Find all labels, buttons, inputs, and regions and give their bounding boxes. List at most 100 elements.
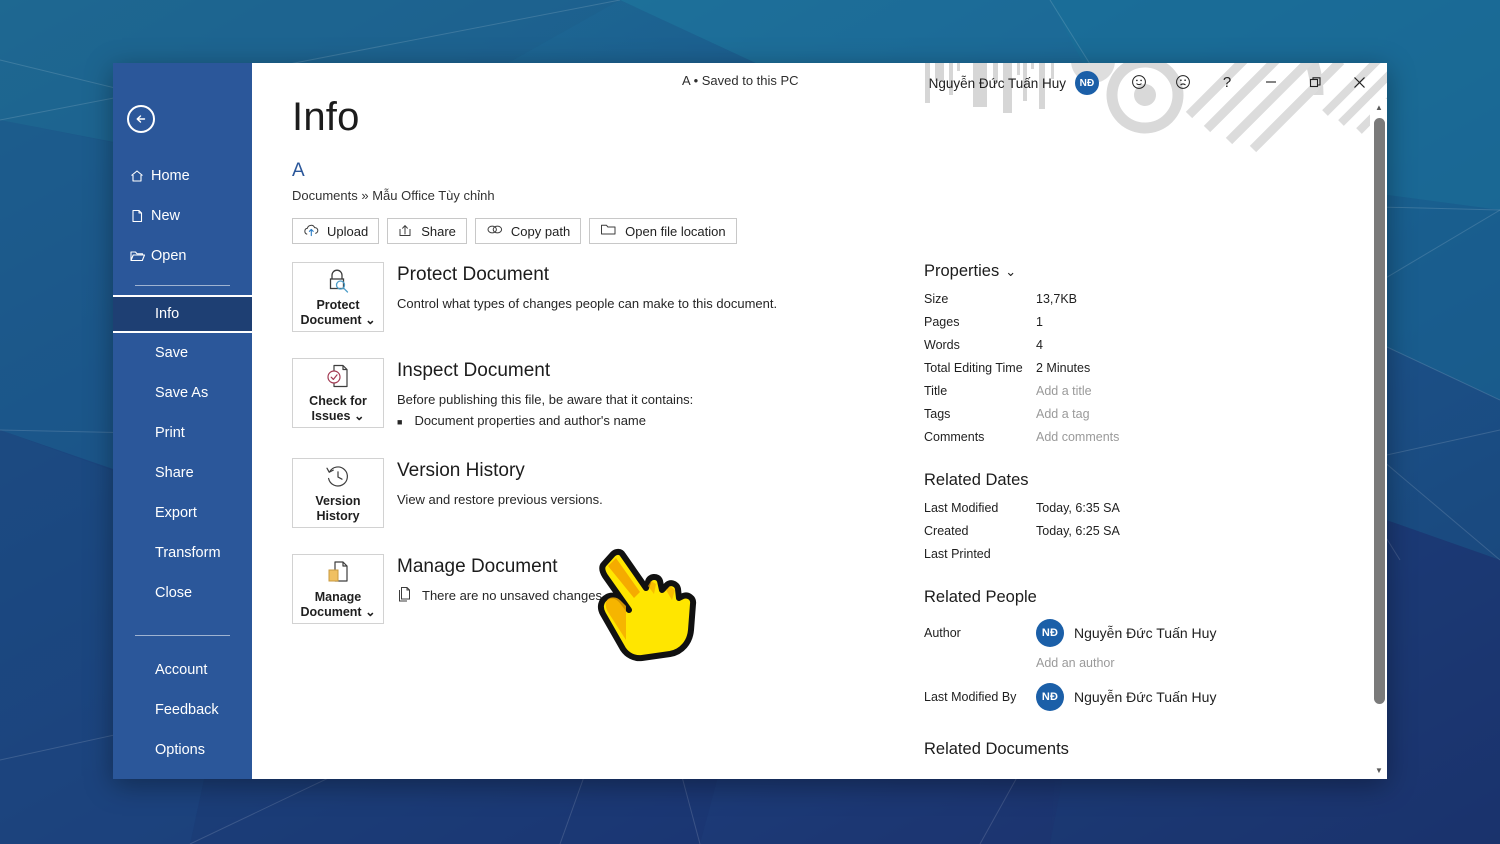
property-key: Last Printed (924, 547, 991, 561)
share-button[interactable]: Share (387, 218, 467, 244)
scrollbar-thumb[interactable] (1373, 118, 1385, 704)
info-right-column: Properties ⌄ Size 13,7KB Pages 1 Words 4 (924, 262, 1294, 766)
minimize-button[interactable] (1249, 67, 1293, 97)
property-row: Size 13,7KB (924, 288, 1294, 311)
property-value: Today, 6:35 SA (1036, 501, 1120, 515)
upload-cloud-icon (303, 223, 320, 240)
document-title: A • Saved to this PC (682, 73, 799, 88)
close-button[interactable] (1337, 67, 1381, 97)
property-key: Tags (924, 407, 951, 421)
help-icon[interactable]: ? (1205, 67, 1249, 97)
chevron-down-icon: ⌄ (1005, 263, 1017, 279)
sidebar-item-transform[interactable]: Transform (113, 533, 252, 573)
section-title: Inspect Document (397, 360, 551, 381)
link-icon (486, 223, 504, 239)
scroll-up-button[interactable]: ▲ (1371, 99, 1388, 116)
smiley-face-icon[interactable] (1117, 67, 1161, 97)
sidebar-item-new[interactable]: New (113, 196, 252, 236)
sidebar-divider-bottom (135, 635, 230, 636)
open-file-location-button[interactable]: Open file location (589, 218, 737, 244)
sidebar-item-close[interactable]: Close (113, 573, 252, 613)
avatar: NĐ (1036, 619, 1064, 647)
copy-path-button[interactable]: Copy path (474, 218, 582, 244)
protect-document-body: Protect Document Control what types of c… (397, 262, 777, 332)
version-history-button-label: Version History (315, 494, 360, 524)
sidebar-item-label: Transform (155, 545, 221, 561)
comments-input[interactable]: Add comments (1036, 426, 1119, 449)
property-key: Size (924, 292, 949, 306)
sidebar-item-feedback[interactable]: Feedback (113, 690, 252, 730)
property-key: Last Modified (924, 501, 999, 515)
manage-document-button-label: Manage Document ⌄ (300, 590, 375, 620)
sidebar-item-export[interactable]: Export (113, 493, 252, 533)
sidebar-divider-top (135, 285, 230, 286)
backstage-sidebar: Home New Open Info Save Save As Print Sh… (113, 63, 254, 779)
author-row: Author NĐ Nguyễn Đức Tuấn Huy (924, 614, 1294, 652)
protect-document-button[interactable]: Protect Document ⌄ (292, 262, 384, 332)
quick-actions-bar: Upload Share Copy path Open file locatio… (292, 218, 1370, 244)
sidebar-item-label: Feedback (155, 702, 219, 718)
sidebar-item-home[interactable]: Home (113, 156, 252, 196)
manage-document-button[interactable]: Manage Document ⌄ (292, 554, 384, 624)
chevron-down-icon: ⌄ (365, 313, 376, 327)
page-title: Info (292, 99, 360, 139)
upload-button[interactable]: Upload (292, 218, 380, 244)
unsaved-changes-row: There are no unsaved changes. (397, 585, 606, 605)
avatar[interactable]: NĐ (1075, 71, 1099, 95)
sidebar-item-info[interactable]: Info (113, 295, 254, 333)
section-description: View and restore previous versions. (397, 492, 603, 507)
protect-document-section: Protect Document ⌄ Protect Document Cont… (292, 262, 892, 332)
scrollbar-track[interactable] (1371, 116, 1388, 762)
vertical-scrollbar[interactable]: ▲ ▼ (1370, 99, 1387, 779)
account-area[interactable]: Nguyễn Đức Tuấn Huy NĐ (929, 71, 1099, 95)
properties-heading[interactable]: Properties ⌄ (924, 262, 1294, 281)
property-row: Total Editing Time 2 Minutes (924, 357, 1294, 380)
properties-heading-label: Properties (924, 262, 1000, 280)
open-folder-icon (129, 248, 151, 264)
author-person[interactable]: NĐ Nguyễn Đức Tuấn Huy (1036, 619, 1216, 647)
property-value: 4 (1036, 338, 1043, 352)
quick-action-label: Copy path (510, 223, 571, 239)
back-button[interactable] (127, 105, 155, 133)
sidebar-item-label: Account (155, 662, 208, 678)
protect-document-button-label: Protect Document ⌄ (300, 298, 375, 328)
inspect-document-body: Inspect Document Before publishing this … (397, 358, 693, 432)
word-backstage-window: Home New Open Info Save Save As Print Sh… (113, 63, 1387, 779)
property-key: Comments (924, 430, 985, 444)
version-history-button[interactable]: Version History (292, 458, 384, 528)
property-row-tags: Tags Add a tag (924, 403, 1294, 426)
inspect-bullet: ■ Document properties and author's name (397, 413, 693, 432)
frowning-face-icon[interactable] (1161, 67, 1205, 97)
file-name[interactable]: A (292, 160, 1370, 182)
sidebar-item-open[interactable]: Open (113, 236, 252, 276)
manage-document-body: Manage Document There are no unsaved cha… (397, 554, 606, 624)
avatar: NĐ (1036, 683, 1064, 711)
clock-history-icon (323, 462, 353, 490)
lock-key-icon (323, 266, 353, 294)
sidebar-item-label: Save As (155, 385, 209, 401)
property-key: Words (924, 338, 960, 352)
add-author-input[interactable]: Add an author (1036, 656, 1294, 670)
sidebar-item-save-as[interactable]: Save As (113, 373, 252, 413)
property-row-title: Title Add a title (924, 380, 1294, 403)
check-for-issues-button[interactable]: Check for Issues ⌄ (292, 358, 384, 428)
sidebar-item-label: Share (155, 465, 194, 481)
property-key: Author (924, 626, 961, 640)
document-check-icon (323, 362, 353, 390)
sidebar-item-options[interactable]: Options (113, 730, 252, 770)
scroll-down-button[interactable]: ▼ (1371, 762, 1388, 779)
sidebar-item-account[interactable]: Account (113, 650, 252, 690)
sidebar-item-save[interactable]: Save (113, 333, 252, 373)
sidebar-item-share[interactable]: Share (113, 453, 252, 493)
last-modified-by-row: Last Modified By NĐ Nguyễn Đức Tuấn Huy (924, 678, 1294, 716)
title-input[interactable]: Add a title (1036, 380, 1092, 403)
unsaved-changes-text: There are no unsaved changes. (422, 587, 606, 603)
section-description: Control what types of changes people can… (397, 296, 778, 311)
tags-input[interactable]: Add a tag (1036, 403, 1090, 426)
sidebar-item-print[interactable]: Print (113, 413, 252, 453)
sidebar-item-label: Info (155, 306, 180, 322)
restore-button[interactable] (1293, 67, 1337, 97)
property-key: Created (924, 524, 969, 538)
property-key: Title (924, 384, 948, 398)
related-dates-heading: Related Dates (924, 471, 1029, 489)
